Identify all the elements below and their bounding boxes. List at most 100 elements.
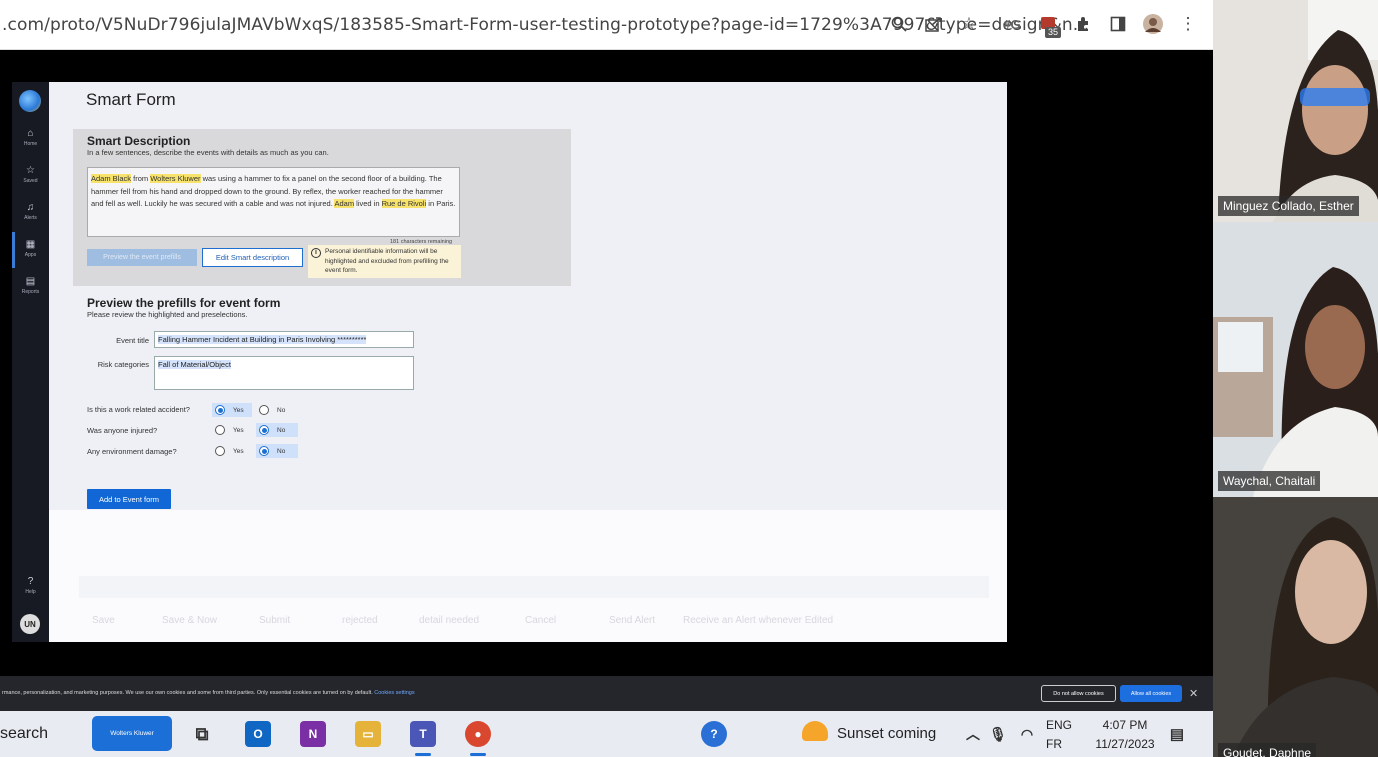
taskbar-search[interactable]: search bbox=[0, 725, 48, 743]
cookie-settings-link[interactable]: Cookies settings bbox=[374, 690, 414, 696]
add-to-event-form-button[interactable]: Add to Event form bbox=[87, 489, 171, 509]
work-related-no-radio[interactable]: No bbox=[256, 403, 296, 417]
radio-dot bbox=[259, 405, 269, 415]
participant-video-2 bbox=[1213, 222, 1378, 497]
app-sidebar: ⌂ Home ☆ Saved ♫ Alerts ▦ Apps ▤ Reports ? Hel… bbox=[12, 82, 49, 642]
event-title-label: Event title bbox=[116, 336, 149, 345]
question-environment: Any environment damage? bbox=[87, 447, 177, 456]
sidebar-item-label: Apps bbox=[24, 252, 37, 258]
bell-icon: ♫ bbox=[26, 202, 35, 213]
description-text: from bbox=[131, 174, 151, 183]
radio-label: Yes bbox=[233, 406, 244, 414]
extension-count-badge: 35 bbox=[1045, 27, 1062, 38]
event-title-field[interactable]: Falling Hammer Incident at Building in P… bbox=[154, 331, 414, 348]
sidebar-item-alerts[interactable]: ♫ Alerts bbox=[12, 202, 49, 221]
info-icon: i bbox=[311, 248, 321, 258]
radio-dot bbox=[215, 405, 225, 415]
participant-name: Minguez Collado, Esther bbox=[1218, 196, 1359, 216]
task-view-icon[interactable]: ⧉ bbox=[189, 721, 215, 747]
outlook-icon[interactable]: O bbox=[245, 721, 271, 747]
share-icon[interactable] bbox=[923, 13, 945, 35]
event-title-value: Falling Hammer Incident at Building in P… bbox=[158, 335, 367, 344]
sidepanel-icon[interactable] bbox=[1107, 13, 1129, 35]
allow-cookies-button[interactable]: Allow all cookies bbox=[1120, 685, 1182, 702]
radio-label: No bbox=[277, 426, 286, 434]
sidebar-item-label: Help bbox=[25, 589, 36, 595]
home-icon: ⌂ bbox=[27, 128, 34, 139]
faded-action: detail needed bbox=[419, 615, 480, 626]
system-clock[interactable]: 4:07 PM 11/27/2023 bbox=[1087, 716, 1163, 754]
app-logo-icon bbox=[19, 90, 41, 112]
description-text: lived in bbox=[354, 199, 382, 208]
sidebar-item-label: Alerts bbox=[24, 215, 37, 221]
risk-categories-label: Risk categories bbox=[97, 360, 149, 369]
environment-no-radio[interactable]: No bbox=[256, 444, 298, 458]
faded-action: Cancel bbox=[525, 615, 557, 626]
taskbar-app-wolters-kluwer[interactable]: Wolters Kluwer bbox=[92, 716, 172, 751]
radio-dot bbox=[259, 425, 269, 435]
weather-widget[interactable]: Sunset coming bbox=[837, 725, 936, 742]
injured-yes-radio[interactable]: Yes bbox=[212, 423, 252, 437]
sidebar-item-apps[interactable]: ▦ Apps bbox=[12, 239, 49, 258]
faded-action: rejected bbox=[342, 615, 378, 626]
sidebar-item-saved[interactable]: ☆ Saved bbox=[12, 165, 49, 184]
cookie-message: rmance, personalization, and marketing p… bbox=[2, 690, 373, 696]
clock-time: 4:07 PM bbox=[1102, 718, 1148, 732]
teams-active-indicator bbox=[415, 753, 431, 756]
star-icon: ☆ bbox=[26, 165, 35, 176]
pii-notice: i Personal identifiable information will… bbox=[308, 245, 461, 278]
injured-no-radio[interactable]: No bbox=[256, 423, 298, 437]
pii-highlight: Adam bbox=[334, 199, 355, 208]
page-title: Smart Form bbox=[86, 90, 176, 109]
radio-label: No bbox=[277, 406, 286, 414]
puzzle-icon[interactable] bbox=[1072, 13, 1094, 35]
help-icon[interactable]: ? bbox=[701, 721, 727, 747]
faded-action: Send Alert bbox=[609, 615, 656, 626]
extension-g-icon[interactable]: #G bbox=[1001, 13, 1023, 35]
chrome-active-indicator bbox=[470, 753, 486, 756]
star-icon[interactable]: ☆ bbox=[958, 13, 980, 35]
wifi-icon[interactable]: ◠ bbox=[1014, 721, 1040, 747]
teams-icon[interactable]: T bbox=[410, 721, 436, 747]
chevron-up-icon[interactable]: ︿ bbox=[960, 721, 986, 747]
browser-toolbar: .com/proto/V5NuDr796julaJMAVbWxqS/183585… bbox=[0, 0, 1213, 50]
deny-cookies-button[interactable]: Do not allow cookies bbox=[1041, 685, 1116, 702]
notification-icon[interactable]: ▤ bbox=[1164, 721, 1190, 747]
close-icon[interactable]: ✕ bbox=[1189, 687, 1198, 700]
sidebar-item-home[interactable]: ⌂ Home bbox=[12, 128, 49, 147]
language-primary: ENG bbox=[1046, 718, 1073, 732]
preview-instruction: Please review the highlighted and presel… bbox=[87, 310, 248, 319]
microphone-icon[interactable]: 🎙 bbox=[985, 721, 1011, 747]
sidebar-item-help[interactable]: ? Help bbox=[12, 576, 49, 595]
environment-yes-radio[interactable]: Yes bbox=[212, 444, 252, 458]
language-secondary: FR bbox=[1046, 737, 1062, 751]
faded-action: Receive an Alert whenever Edited bbox=[683, 615, 834, 626]
kebab-menu-icon[interactable]: ⋮ bbox=[1177, 13, 1199, 35]
work-related-yes-radio[interactable]: Yes bbox=[212, 403, 252, 417]
edit-smart-description-button[interactable]: Edit Smart description bbox=[202, 248, 303, 267]
pii-highlight: Adam Black bbox=[91, 174, 132, 183]
participant-video-1 bbox=[1213, 0, 1378, 222]
onenote-icon[interactable]: N bbox=[300, 721, 326, 747]
smart-description-instruction: In a few sentences, describe the events … bbox=[87, 148, 329, 157]
pii-highlight: Rue de Rivoli bbox=[381, 199, 427, 208]
preview-heading: Preview the prefills for event form bbox=[87, 296, 281, 310]
risk-categories-field[interactable]: Fall of Material/Object bbox=[154, 356, 414, 390]
zoom-icon[interactable] bbox=[888, 13, 910, 35]
language-indicator[interactable]: ENG FR bbox=[1046, 716, 1072, 754]
chrome-icon[interactable]: ● bbox=[465, 721, 491, 747]
radio-label: Yes bbox=[233, 447, 244, 455]
faded-toolbar bbox=[79, 576, 989, 598]
preview-prefills-button[interactable]: Preview the event prefills bbox=[87, 249, 197, 266]
smart-description-textarea[interactable]: Adam Black from Wolters Kluwer was using… bbox=[87, 167, 460, 237]
profile-avatar[interactable] bbox=[1142, 13, 1164, 35]
sidebar-item-reports[interactable]: ▤ Reports bbox=[12, 276, 49, 295]
user-avatar[interactable]: UN bbox=[20, 614, 40, 634]
file-explorer-icon[interactable]: ▭ bbox=[355, 721, 381, 747]
faded-action: Save bbox=[92, 615, 115, 626]
clock-date: 11/27/2023 bbox=[1095, 737, 1155, 751]
sidebar-item-label: Home bbox=[23, 141, 38, 147]
participant-name: Goudet, Daphne bbox=[1218, 743, 1317, 757]
participant-tile-1: Minguez Collado, Esther bbox=[1213, 0, 1378, 222]
windows-taskbar: search Wolters Kluwer ⧉ O N ▭ T ● ? Suns… bbox=[0, 711, 1213, 757]
